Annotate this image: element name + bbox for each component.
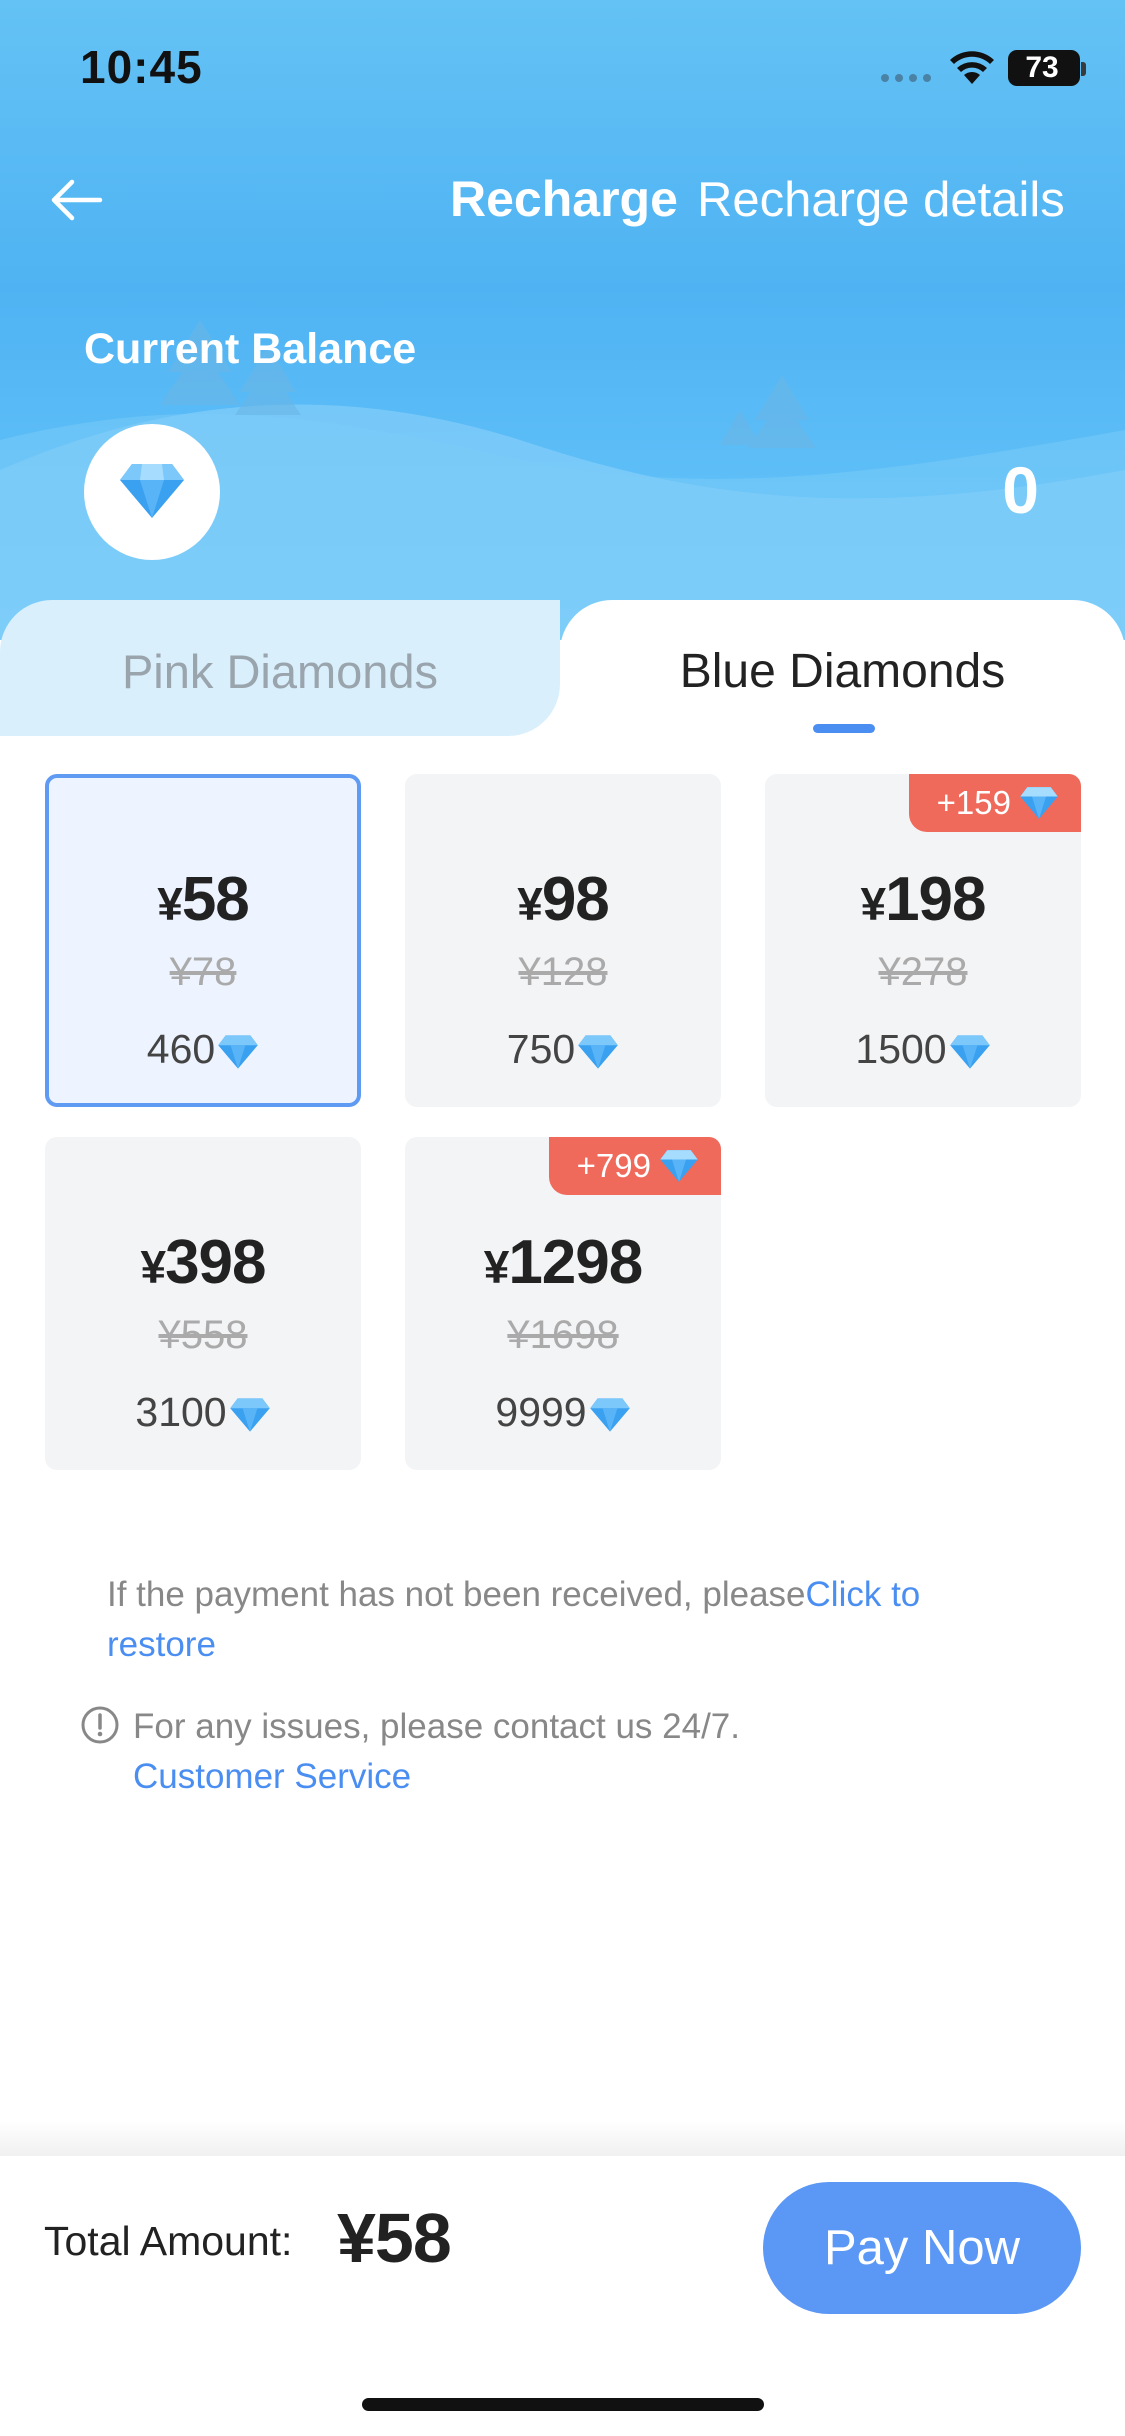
diamond-amount-value: 1500 <box>855 1026 947 1072</box>
diamond-icon <box>660 1150 698 1182</box>
price-value: 1298 <box>508 1228 643 1297</box>
total-amount-value: ¥58 <box>337 2199 452 2277</box>
package-diamond-amount: 1500 <box>765 1026 1081 1073</box>
package-card-198[interactable]: +159 ¥198 ¥278 1500 <box>765 774 1081 1107</box>
recharge-details-link[interactable]: Recharge details <box>697 172 1065 228</box>
wifi-icon <box>950 51 994 84</box>
diamond-icon <box>218 1035 258 1069</box>
balance-value: 0 <box>1002 453 1039 527</box>
package-card-398[interactable]: ¥398 ¥558 3100 <box>45 1137 361 1470</box>
price-value: 98 <box>541 865 610 934</box>
diamond-amount-value: 460 <box>146 1026 216 1072</box>
package-original-price: ¥1698 <box>507 1313 619 1357</box>
tab-pink-diamonds-label: Pink Diamonds <box>121 645 439 698</box>
price-value: 398 <box>165 1228 266 1297</box>
package-original-price: ¥128 <box>518 950 608 994</box>
diamond-type-tabs: Pink Diamonds Blue Diamonds <box>0 600 1125 736</box>
diamond-icon <box>578 1035 618 1069</box>
diamond-icon <box>229 1398 270 1432</box>
page-title: Recharge <box>450 171 678 227</box>
status-time: 10:45 <box>80 41 203 93</box>
price-value: 198 <box>885 865 986 934</box>
info-circle-icon <box>81 1706 119 1744</box>
home-indicator[interactable] <box>362 2398 764 2411</box>
currency-symbol: ¥ <box>483 1241 510 1293</box>
balance-diamond-badge <box>84 424 220 560</box>
package-price: ¥1298 <box>405 1227 721 1298</box>
tab-pink-diamonds[interactable]: Pink Diamonds <box>0 600 560 736</box>
tab-blue-diamonds[interactable]: Blue Diamonds <box>560 600 1125 736</box>
diamond-icon <box>949 1035 990 1069</box>
package-diamond-amount: 3100 <box>45 1389 361 1436</box>
package-original-price: ¥278 <box>878 950 968 994</box>
bonus-value: +159 <box>936 784 1011 821</box>
diamond-icon <box>589 1398 630 1432</box>
diamond-icon <box>1020 787 1058 819</box>
package-card-1298[interactable]: +799 ¥1298 ¥1698 9999 <box>405 1137 721 1470</box>
currency-symbol: ¥ <box>517 878 543 930</box>
package-diamond-amount: 750 <box>405 1026 721 1073</box>
bottom-bar-shadow <box>0 2120 1125 2156</box>
balance-label: Current Balance <box>84 325 417 373</box>
pay-now-button[interactable]: Pay Now <box>763 2182 1081 2314</box>
diamond-amount-value: 9999 <box>495 1389 587 1435</box>
package-price: ¥58 <box>49 864 357 935</box>
customer-service-link[interactable]: Customer Service <box>133 1752 411 1802</box>
diamond-amount-value: 3100 <box>135 1389 227 1435</box>
arrow-left-icon[interactable] <box>44 168 108 232</box>
bonus-badge: +159 <box>908 774 1081 832</box>
active-tab-indicator <box>813 724 875 733</box>
tab-blue-diamonds-label: Blue Diamonds <box>679 645 1006 698</box>
restore-note-text: If the payment has not been received, pl… <box>107 1575 806 1614</box>
price-value: 58 <box>181 865 250 934</box>
header-banner: 10:45 73 Recharge Recharge details Curre… <box>0 0 1125 640</box>
package-diamond-amount: 9999 <box>405 1389 721 1436</box>
total-amount-label: Total Amount: <box>44 2218 293 2264</box>
bonus-badge: +799 <box>548 1137 721 1195</box>
bonus-value: +799 <box>576 1147 651 1184</box>
currency-symbol: ¥ <box>860 878 886 930</box>
bottom-bar: Total Amount: ¥58 Pay Now <box>0 2156 1125 2436</box>
diamond-amount-value: 750 <box>506 1026 576 1072</box>
battery-icon: 73 <box>1008 50 1080 86</box>
package-price: ¥98 <box>405 864 721 935</box>
currency-symbol: ¥ <box>140 1241 166 1293</box>
restore-note: If the payment has not been received, pl… <box>107 1570 987 1670</box>
diamond-icon <box>120 464 184 518</box>
package-original-price: ¥558 <box>158 1313 248 1357</box>
package-card-58[interactable]: ¥58 ¥78 460 <box>45 774 361 1107</box>
currency-symbol: ¥ <box>157 878 183 930</box>
status-bar: 10:45 73 <box>0 0 1125 140</box>
package-original-price: ¥78 <box>169 950 237 994</box>
battery-level: 73 <box>1025 51 1059 84</box>
contact-note: For any issues, please contact us 24/7. <box>133 1707 740 1746</box>
package-diamond-amount: 460 <box>49 1026 357 1073</box>
package-price: ¥198 <box>765 864 1081 935</box>
package-price: ¥398 <box>45 1227 361 1298</box>
cellular-signal-icon <box>881 74 931 82</box>
package-card-98[interactable]: ¥98 ¥128 750 <box>405 774 721 1107</box>
battery-cap <box>1081 62 1086 76</box>
